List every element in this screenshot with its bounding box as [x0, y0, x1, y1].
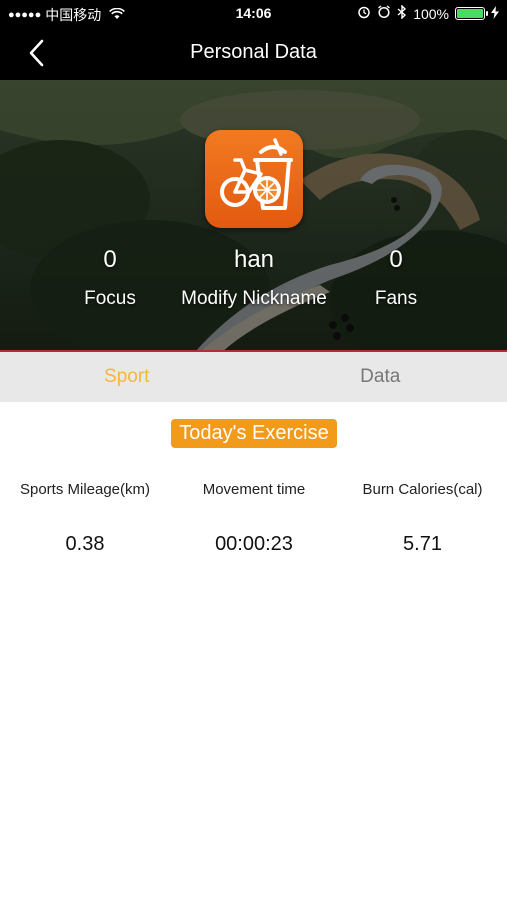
status-right: 100% [357, 4, 499, 22]
focus-label: Focus [84, 288, 136, 309]
page-title: Personal Data [190, 41, 317, 63]
movement-time-value: 00:00:23 [215, 533, 293, 555]
burn-calories-label: Burn Calories(cal) [362, 481, 483, 498]
sports-mileage-value: 0.38 [65, 533, 105, 555]
battery-level [457, 9, 483, 18]
status-bar: ●●●●● 中国移动 14:06 100% [0, 0, 507, 28]
app-logo-graphic [220, 138, 293, 210]
tab-bar: Sport Data [0, 352, 507, 402]
sports-mileage-label: Sports Mileage(km) [19, 481, 151, 498]
burn-calories-value: 5.71 [403, 533, 442, 555]
alarm-icon [357, 5, 371, 22]
fans-count: 0 [389, 246, 403, 273]
fans-stat[interactable]: 0 Fans [346, 246, 446, 310]
nickname: han [233, 246, 275, 273]
fans-label: Fans [374, 288, 418, 309]
tab-data[interactable]: Data [254, 352, 507, 402]
bluetooth-icon [397, 4, 407, 22]
nav-bar: Personal Data [0, 28, 507, 80]
profile-header: 0 Focus han Modify Nickname 0 Fans [0, 80, 507, 352]
focus-count: 0 [103, 246, 117, 273]
bicycle-juice-app-icon[interactable] [205, 130, 303, 228]
battery-icon [455, 7, 488, 20]
modify-nickname-label[interactable]: Modify Nickname [164, 288, 344, 310]
battery-percent: 100% [413, 5, 449, 22]
movement-time-label: Movement time [202, 481, 306, 498]
tab-sport[interactable]: Sport [0, 352, 254, 402]
charging-icon [491, 5, 499, 22]
alarm-clock-icon [377, 5, 391, 22]
focus-stat[interactable]: 0 Focus [60, 246, 160, 310]
nickname-stat[interactable]: han Modify Nickname [164, 246, 344, 310]
todays-exercise-badge: Today's Exercise [171, 419, 337, 448]
